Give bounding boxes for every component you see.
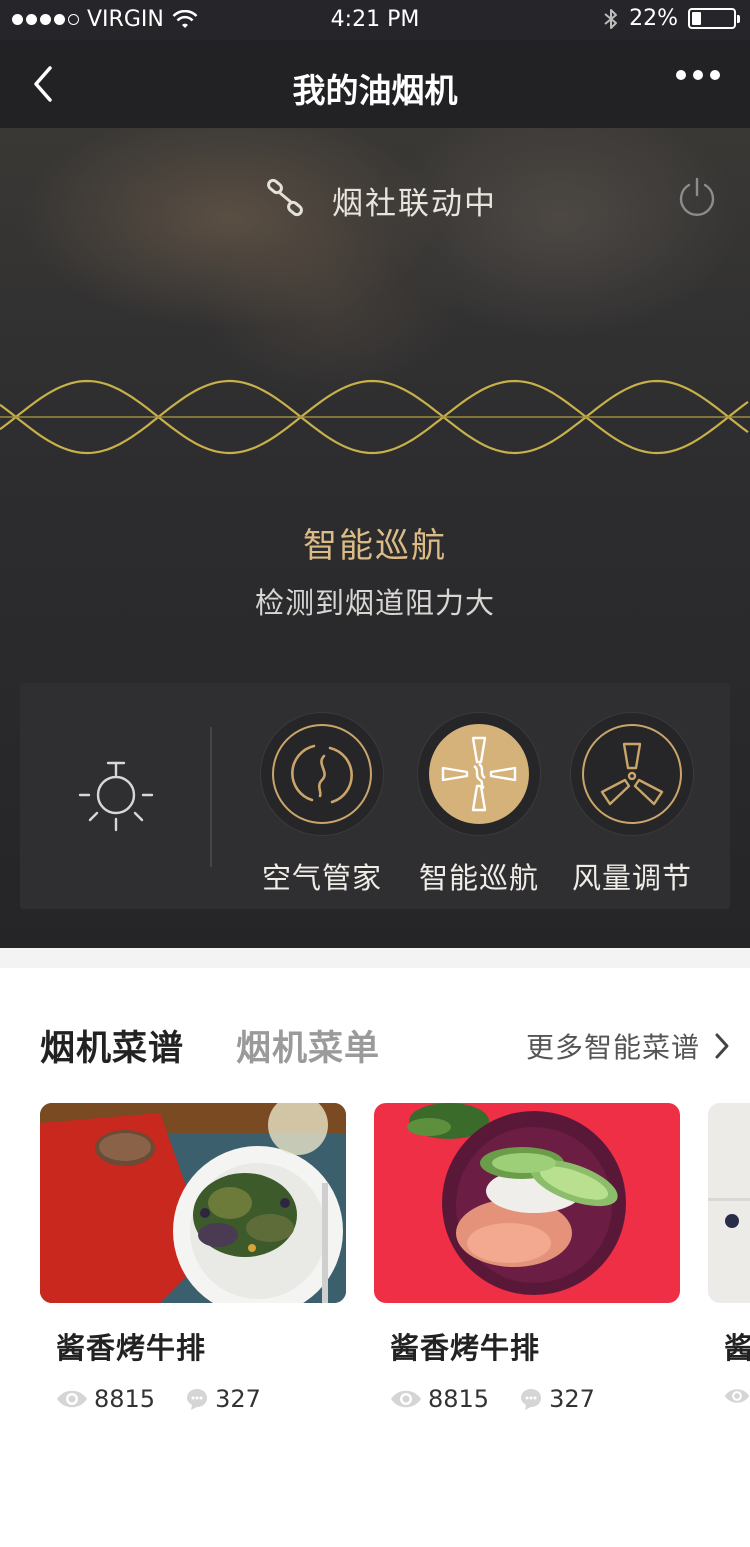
view-count: 8815 bbox=[428, 1385, 490, 1413]
recipe-card[interactable]: 酱 bbox=[708, 1103, 750, 1407]
light-icon[interactable] bbox=[76, 757, 156, 837]
battery-percent: 22% bbox=[629, 6, 678, 31]
panel-divider bbox=[210, 727, 212, 867]
bluetooth-icon bbox=[604, 8, 618, 29]
mode-description: 检测到烟道阻力大 bbox=[254, 586, 495, 620]
more-recipes-label: 更多智能菜谱 bbox=[525, 1031, 700, 1064]
recipe-stats: 8815 327 bbox=[390, 1385, 680, 1413]
fan-icon bbox=[600, 742, 664, 806]
control-air-butler[interactable]: 空气管家 bbox=[257, 713, 387, 897]
view-count: 8815 bbox=[94, 1385, 156, 1413]
comment-count: 327 bbox=[215, 1385, 261, 1413]
control-panel: 空气管家 智能巡航 风量调节 bbox=[20, 683, 730, 909]
recipe-name: 酱香烤牛排 bbox=[390, 1331, 541, 1365]
eye-icon bbox=[724, 1389, 750, 1403]
recipe-name: 酱香烤牛排 bbox=[56, 1331, 207, 1365]
recipe-image bbox=[374, 1103, 680, 1303]
eye-icon bbox=[57, 1390, 87, 1408]
recipe-stats: 8815 327 bbox=[56, 1385, 346, 1413]
tab-menu[interactable]: 烟机菜单 bbox=[236, 1020, 380, 1071]
recipe-image bbox=[708, 1103, 750, 1303]
comment-count: 327 bbox=[549, 1385, 595, 1413]
status-bar: VIRGIN 4:21 PM 22% bbox=[0, 0, 750, 40]
recipe-stats bbox=[724, 1385, 750, 1407]
cruise-icon bbox=[441, 736, 517, 812]
mode-title: 智能巡航 bbox=[303, 526, 447, 566]
chevron-right-icon bbox=[715, 1033, 729, 1059]
nav-bar: 我的油烟机 bbox=[0, 40, 750, 128]
eye-icon bbox=[391, 1390, 421, 1408]
recipe-card[interactable]: 酱香烤牛排 8815 327 bbox=[374, 1103, 680, 1413]
page-title: 我的油烟机 bbox=[292, 71, 458, 110]
battery-fill bbox=[692, 12, 701, 25]
airflow-wave bbox=[0, 379, 750, 455]
recipe-image bbox=[40, 1103, 346, 1303]
section-separator bbox=[0, 948, 750, 968]
recipe-card[interactable]: 酱香烤牛排 8815 327 bbox=[40, 1103, 346, 1413]
recipe-name: 酱 bbox=[724, 1331, 750, 1365]
control-label: 空气管家 bbox=[261, 861, 382, 895]
more-recipes-link[interactable]: 更多智能菜谱 bbox=[526, 1026, 730, 1066]
device-panel: VIRGIN 4:21 PM 22% 我的油烟机 烟社联动中 智能巡航 检测到烟… bbox=[0, 0, 750, 948]
more-dots-icon[interactable] bbox=[676, 70, 720, 80]
status-right: 22% bbox=[603, 6, 740, 31]
comment-icon bbox=[187, 1389, 208, 1410]
comment-icon bbox=[521, 1389, 542, 1410]
power-icon[interactable] bbox=[676, 176, 718, 218]
control-fan-speed[interactable]: 风量调节 bbox=[567, 713, 697, 897]
linkage-status: 烟社联动中 bbox=[0, 172, 750, 222]
link-icon bbox=[267, 178, 303, 217]
control-label: 智能巡航 bbox=[418, 861, 539, 895]
battery-icon bbox=[688, 8, 740, 29]
linkage-text: 烟社联动中 bbox=[332, 186, 497, 222]
control-label: 风量调节 bbox=[571, 861, 692, 895]
air-icon bbox=[291, 744, 353, 804]
control-smart-cruise[interactable]: 智能巡航 bbox=[414, 713, 544, 897]
tab-recipes[interactable]: 烟机菜谱 bbox=[40, 1020, 184, 1071]
